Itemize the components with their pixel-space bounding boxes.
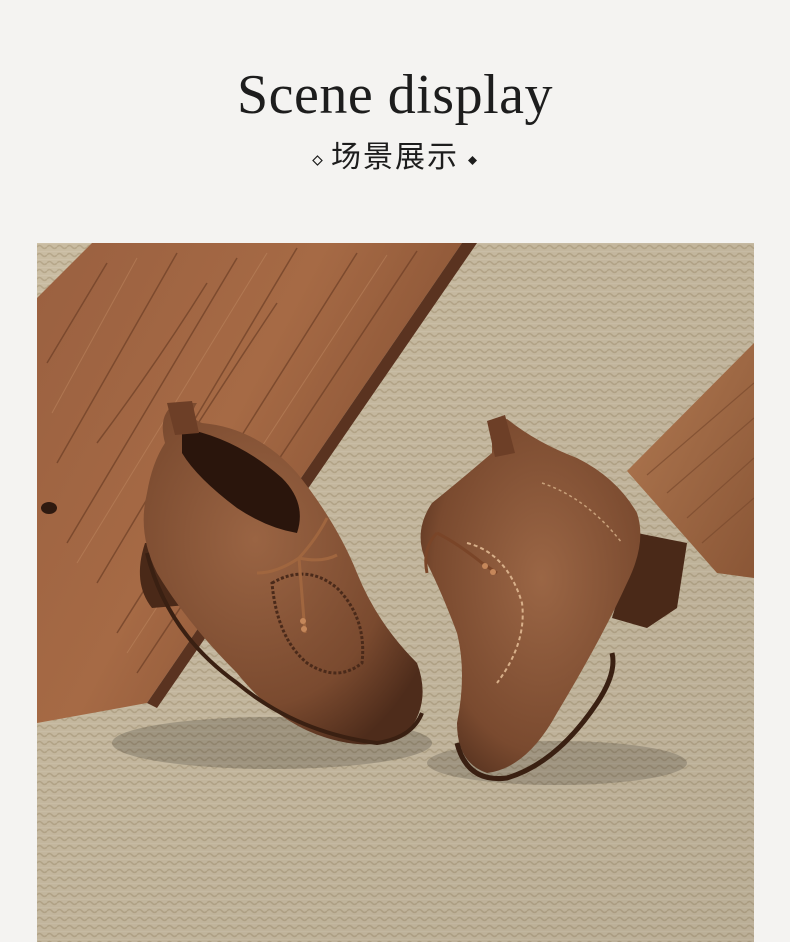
product-scene-photo [37, 243, 754, 942]
diamond-filled-icon [467, 153, 478, 165]
diamond-outline-icon [312, 153, 323, 166]
page-header: Scene display 场景展示 [0, 0, 790, 243]
page-subtitle: 场景展示 [331, 140, 459, 175]
subtitle-row: 场景展示 [0, 138, 790, 178]
page-title: Scene display [237, 64, 553, 126]
